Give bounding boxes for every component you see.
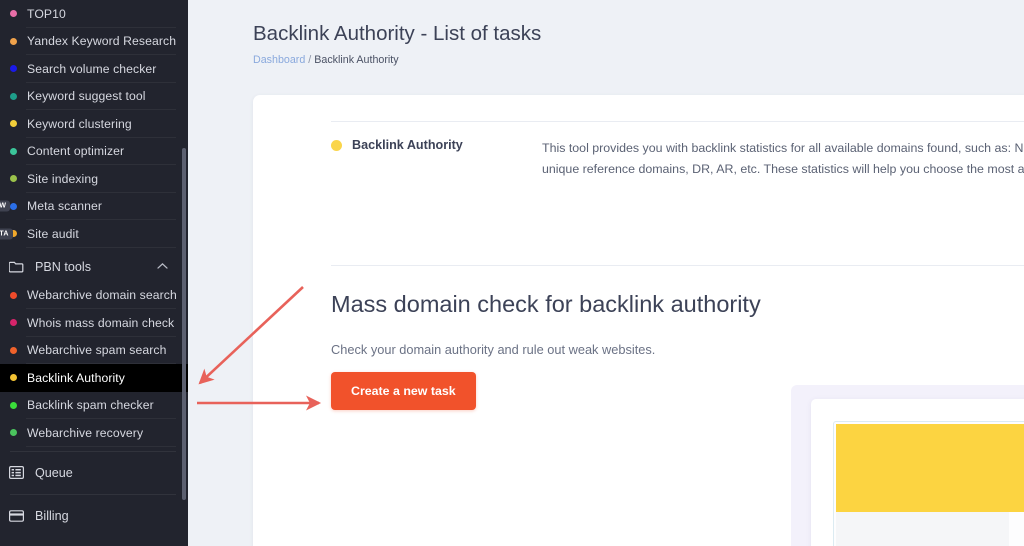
sidebar-item-label: TOP10	[27, 6, 66, 21]
dot-icon	[10, 374, 17, 382]
illustration-yellow-block	[836, 424, 1024, 512]
sidebar-item-search-volume-checker[interactable]: Search volume checker	[0, 55, 188, 83]
sidebar-item-top10[interactable]: TOP10	[0, 0, 188, 28]
dot-icon	[10, 401, 17, 409]
sidebar-divider	[10, 450, 176, 452]
dot-icon	[10, 65, 17, 73]
badge-label: NEW	[0, 200, 11, 212]
chevron-up-icon[interactable]	[157, 261, 168, 272]
credit-card-icon	[9, 509, 26, 522]
sidebar-item-badge: NEW	[0, 200, 11, 212]
dot-icon	[10, 120, 17, 128]
dot-icon	[10, 92, 17, 100]
sidebar-group-pbn-tools: PBN tools Webarchive domain search Whois …	[0, 252, 188, 447]
sidebar-item-webarchive-recovery[interactable]: Webarchive recovery	[0, 419, 188, 447]
main-content: Backlink Authority - List of tasks Dashb…	[188, 0, 1024, 546]
dot-icon	[10, 10, 17, 18]
sidebar-item-label: Site audit	[27, 226, 79, 241]
page-title: Backlink Authority - List of tasks	[253, 22, 542, 45]
sidebar-item-queue[interactable]: Queue	[0, 456, 188, 490]
sidebar: TOP10 Yandex Keyword Research Search volum…	[0, 0, 188, 546]
badge-label: BETA	[0, 228, 13, 240]
breadcrumb-link-dashboard[interactable]: Dashboard	[253, 54, 305, 66]
dot-icon	[10, 37, 17, 45]
tool-dot-icon	[331, 140, 342, 151]
sidebar-item-label: Keyword clustering	[27, 116, 132, 131]
sidebar-item-label: Backlink spam checker	[27, 398, 154, 413]
sidebar-group-items: Webarchive domain search Whois mass domai…	[0, 282, 188, 447]
sidebar-item-label: Webarchive recovery	[27, 425, 144, 440]
sidebar-item-meta-scanner[interactable]: NEW Meta scanner	[0, 193, 188, 220]
sidebar-divider-2	[10, 493, 176, 495]
tool-description: This tool provides you with backlink sta…	[542, 141, 1024, 177]
dot-icon	[10, 147, 17, 155]
sidebar-item-whois-mass-domain-check[interactable]: Whois mass domain check	[0, 309, 188, 337]
dot-icon	[10, 291, 17, 299]
sidebar-item-webarchive-spam-search[interactable]: Webarchive spam search	[0, 337, 188, 364]
dot-icon	[10, 429, 17, 437]
card-top-divider	[331, 121, 1024, 122]
tool-name: Backlink Authority	[352, 138, 463, 152]
section-title: Mass domain check for backlink authority	[331, 291, 761, 317]
sidebar-nav-list: TOP10 Yandex Keyword Research Search volum…	[0, 0, 188, 248]
sidebar-item-yandex-keyword-research[interactable]: Yandex Keyword Research	[0, 28, 188, 55]
sidebar-item-badge: BETA	[0, 228, 13, 240]
sidebar-item-keyword-clustering[interactable]: Keyword clustering	[0, 110, 188, 138]
sidebar-item-label: Site indexing	[27, 171, 99, 186]
tool-info-row: Backlink Authority This tool provides yo…	[331, 138, 1024, 181]
folder-icon	[9, 260, 26, 273]
sidebar-item-site-indexing[interactable]: Site indexing	[0, 165, 188, 193]
sidebar-item-separator	[26, 445, 176, 447]
sidebar-item-content-optimizer[interactable]: Content optimizer	[0, 138, 188, 165]
sidebar-item-site-audit[interactable]: BETA Site audit	[0, 220, 188, 248]
breadcrumb-current: Backlink Authority	[314, 54, 399, 66]
list-icon	[9, 466, 26, 479]
sidebar-item-keyword-suggest-tool[interactable]: Keyword suggest tool	[0, 83, 188, 110]
decorative-illustration	[791, 385, 1024, 546]
create-new-task-button[interactable]: Create a new task	[331, 372, 476, 410]
dot-icon	[10, 346, 17, 354]
sidebar-item-billing[interactable]: Billing	[0, 499, 188, 533]
sidebar-scrollbar-thumb[interactable]	[182, 148, 186, 500]
sidebar-item-label: Webarchive domain search	[27, 288, 177, 303]
sidebar-item-label: Content optimizer	[27, 144, 125, 159]
dot-icon	[10, 202, 17, 210]
sidebar-item-separator	[26, 246, 176, 248]
breadcrumb: Dashboard / Backlink Authority	[253, 54, 399, 66]
sidebar-item-label: Backlink Authority	[27, 370, 125, 385]
sidebar-item-label: Billing	[35, 508, 69, 523]
dot-icon	[10, 319, 17, 327]
sidebar-group-header-pbn-tools[interactable]: PBN tools	[0, 252, 188, 282]
breadcrumb-separator: /	[308, 54, 312, 66]
sidebar-item-webarchive-domain-search[interactable]: Webarchive domain search	[0, 282, 188, 309]
dot-icon	[10, 175, 17, 183]
sidebar-item-label: Queue	[35, 465, 73, 480]
content-card: Backlink Authority This tool provides yo…	[253, 95, 1024, 546]
sidebar-group-label: PBN tools	[35, 259, 91, 274]
section-subtitle: Check your domain authority and rule out…	[331, 342, 656, 357]
sidebar-item-label: Keyword suggest tool	[27, 89, 146, 104]
sidebar-item-label: Whois mass domain check	[27, 315, 175, 330]
sidebar-item-backlink-authority[interactable]: Backlink Authority	[0, 364, 188, 392]
sidebar-item-label: Search volume checker	[27, 61, 157, 76]
sidebar-item-backlink-spam-checker[interactable]: Backlink spam checker	[0, 392, 188, 419]
sidebar-item-label: Meta scanner	[27, 199, 103, 214]
sidebar-item-label: Yandex Keyword Research	[27, 34, 177, 49]
section-divider	[331, 265, 1024, 266]
sidebar-item-label: Webarchive spam search	[27, 343, 167, 358]
illustration-grey-block	[836, 512, 1009, 546]
